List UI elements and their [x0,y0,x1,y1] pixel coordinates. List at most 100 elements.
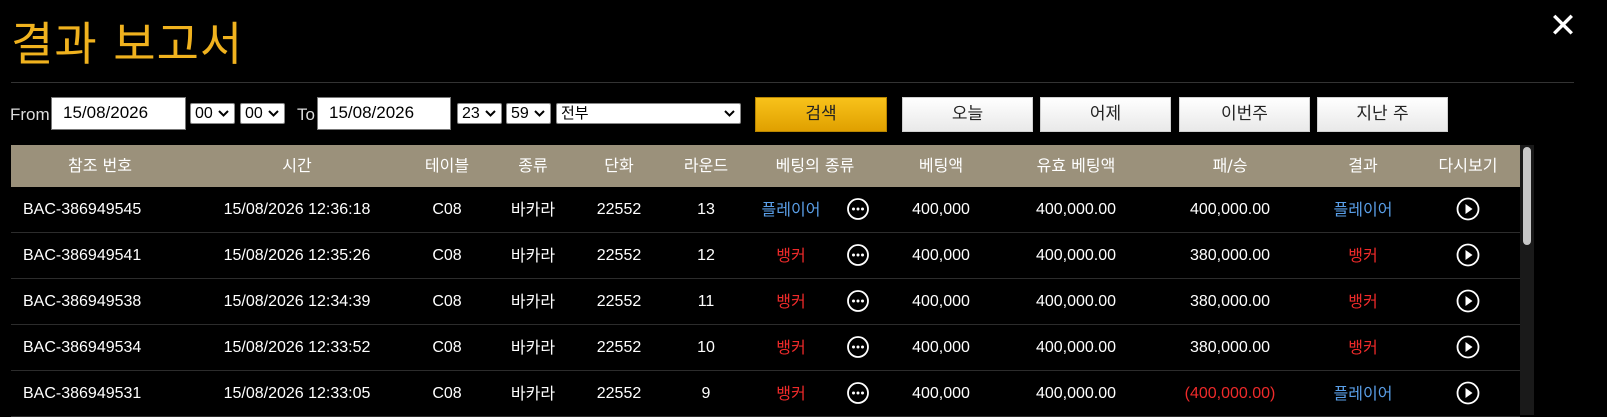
bet-type-cell: 뱅커 [776,384,806,403]
chevron-down-icon [218,110,229,117]
time-cell: 15/08/2026 12:35:26 [223,247,371,264]
ref-cell: BAC-386949531 [23,385,142,402]
bet-amount-cell: 400,000 [912,201,970,218]
bet-type-cell: 뱅커 [776,338,806,357]
divider [11,82,1574,83]
table-row: BAC-386949541 15/08/2026 12:35:26 C08 바카… [11,233,1520,279]
valid-bet-cell: 400,000.00 [1035,339,1117,356]
from-date-input[interactable]: 15/08/2026 [51,97,186,130]
this-week-button[interactable]: 이번주 [1179,97,1310,132]
close-icon[interactable]: ✕ [1548,8,1578,44]
bet-amount-cell: 400,000 [912,293,970,310]
to-hour-select[interactable]: 23 [457,103,502,124]
to-hour-value: 23 [462,105,480,122]
game-type-select[interactable]: 전부 [556,103,741,124]
bet-amount-cell: 400,000 [912,339,970,356]
more-dots-icon[interactable] [846,335,870,359]
chevron-down-icon [724,110,735,117]
scrollbar[interactable] [1520,145,1534,415]
to-minute-value: 59 [511,105,529,122]
filter-bar: From 15/08/2026 00 00 To 15/08/2026 23 5… [0,97,1607,135]
win-loss-cell: 380,000.00 [1189,293,1271,310]
bet-amount-cell: 400,000 [912,247,970,264]
from-minute-value: 00 [245,105,263,122]
ref-cell: BAC-386949534 [23,339,142,356]
col-bet-type: 베팅의 종류 [775,156,855,175]
from-hour-select[interactable]: 00 [190,103,235,124]
col-shoe: 단화 [604,156,634,175]
valid-bet-cell: 400,000.00 [1035,247,1117,264]
table-body: BAC-386949545 15/08/2026 12:36:18 C08 바카… [11,187,1520,417]
bet-type-cell: 뱅커 [776,292,806,311]
win-loss-cell: 380,000.00 [1189,247,1271,264]
play-circle-icon[interactable] [1456,243,1480,267]
from-minute-select[interactable]: 00 [240,103,285,124]
table-cell: C08 [432,385,462,402]
table-cell: C08 [432,339,462,356]
type-cell: 바카라 [510,338,556,357]
shoe-cell: 22552 [596,293,642,310]
from-hour-value: 00 [195,105,213,122]
last-week-button[interactable]: 지난 주 [1317,97,1448,132]
round-cell: 10 [697,339,715,356]
from-label: From [10,105,50,124]
valid-bet-cell: 400,000.00 [1035,385,1117,402]
today-button[interactable]: 오늘 [902,97,1033,132]
to-label: To [297,105,315,124]
table-cell: C08 [432,293,462,310]
play-circle-icon[interactable] [1456,335,1480,359]
scrollbar-thumb[interactable] [1523,147,1531,245]
col-reference: 참조 번호 [68,156,132,175]
page-title: 결과 보고서 [11,17,244,71]
game-type-value: 전부 [561,104,589,122]
col-result: 결과 [1348,156,1378,175]
result-cell: 뱅커 [1348,246,1378,265]
table-row: BAC-386949545 15/08/2026 12:36:18 C08 바카… [11,187,1520,233]
shoe-cell: 22552 [596,247,642,264]
table-cell: C08 [432,247,462,264]
shoe-cell: 22552 [596,339,642,356]
more-dots-icon[interactable] [846,381,870,405]
result-cell: 뱅커 [1348,338,1378,357]
table-row: BAC-386949531 15/08/2026 12:33:05 C08 바카… [11,371,1520,417]
type-cell: 바카라 [510,292,556,311]
result-cell: 뱅커 [1348,292,1378,311]
bet-type-cell: 플레이어 [761,200,821,219]
bet-type-cell: 뱅커 [776,246,806,265]
shoe-cell: 22552 [596,385,642,402]
win-loss-cell: 400,000.00 [1189,201,1271,218]
play-circle-icon[interactable] [1456,289,1480,313]
col-time: 시간 [282,156,312,175]
table-cell: C08 [432,201,462,218]
win-loss-cell: (400,000.00) [1184,385,1276,402]
time-cell: 15/08/2026 12:34:39 [223,293,371,310]
time-cell: 15/08/2026 12:33:52 [223,339,371,356]
yesterday-button[interactable]: 어제 [1040,97,1171,132]
to-minute-select[interactable]: 59 [506,103,551,124]
col-round: 라운드 [683,156,729,175]
more-dots-icon[interactable] [846,289,870,313]
table-row: BAC-386949538 15/08/2026 12:34:39 C08 바카… [11,279,1520,325]
valid-bet-cell: 400,000.00 [1035,293,1117,310]
more-dots-icon[interactable] [846,197,870,221]
time-cell: 15/08/2026 12:36:18 [223,201,371,218]
chevron-down-icon [485,110,496,117]
more-dots-icon[interactable] [846,243,870,267]
col-win-loss: 패/승 [1212,156,1248,175]
col-bet-amount: 베팅액 [918,156,964,175]
play-circle-icon[interactable] [1456,197,1480,221]
ref-cell: BAC-386949545 [23,201,142,218]
col-replay: 다시보기 [1438,156,1498,175]
time-cell: 15/08/2026 12:33:05 [223,385,371,402]
round-cell: 11 [697,293,715,310]
round-cell: 9 [701,385,711,402]
play-circle-icon[interactable] [1456,381,1480,405]
to-date-input[interactable]: 15/08/2026 [317,97,451,130]
ref-cell: BAC-386949541 [23,247,142,264]
bet-amount-cell: 400,000 [912,385,970,402]
search-button[interactable]: 검색 [755,97,887,132]
type-cell: 바카라 [510,246,556,265]
shoe-cell: 22552 [596,201,642,218]
type-cell: 바카라 [510,200,556,219]
col-table: 테이블 [424,156,470,175]
